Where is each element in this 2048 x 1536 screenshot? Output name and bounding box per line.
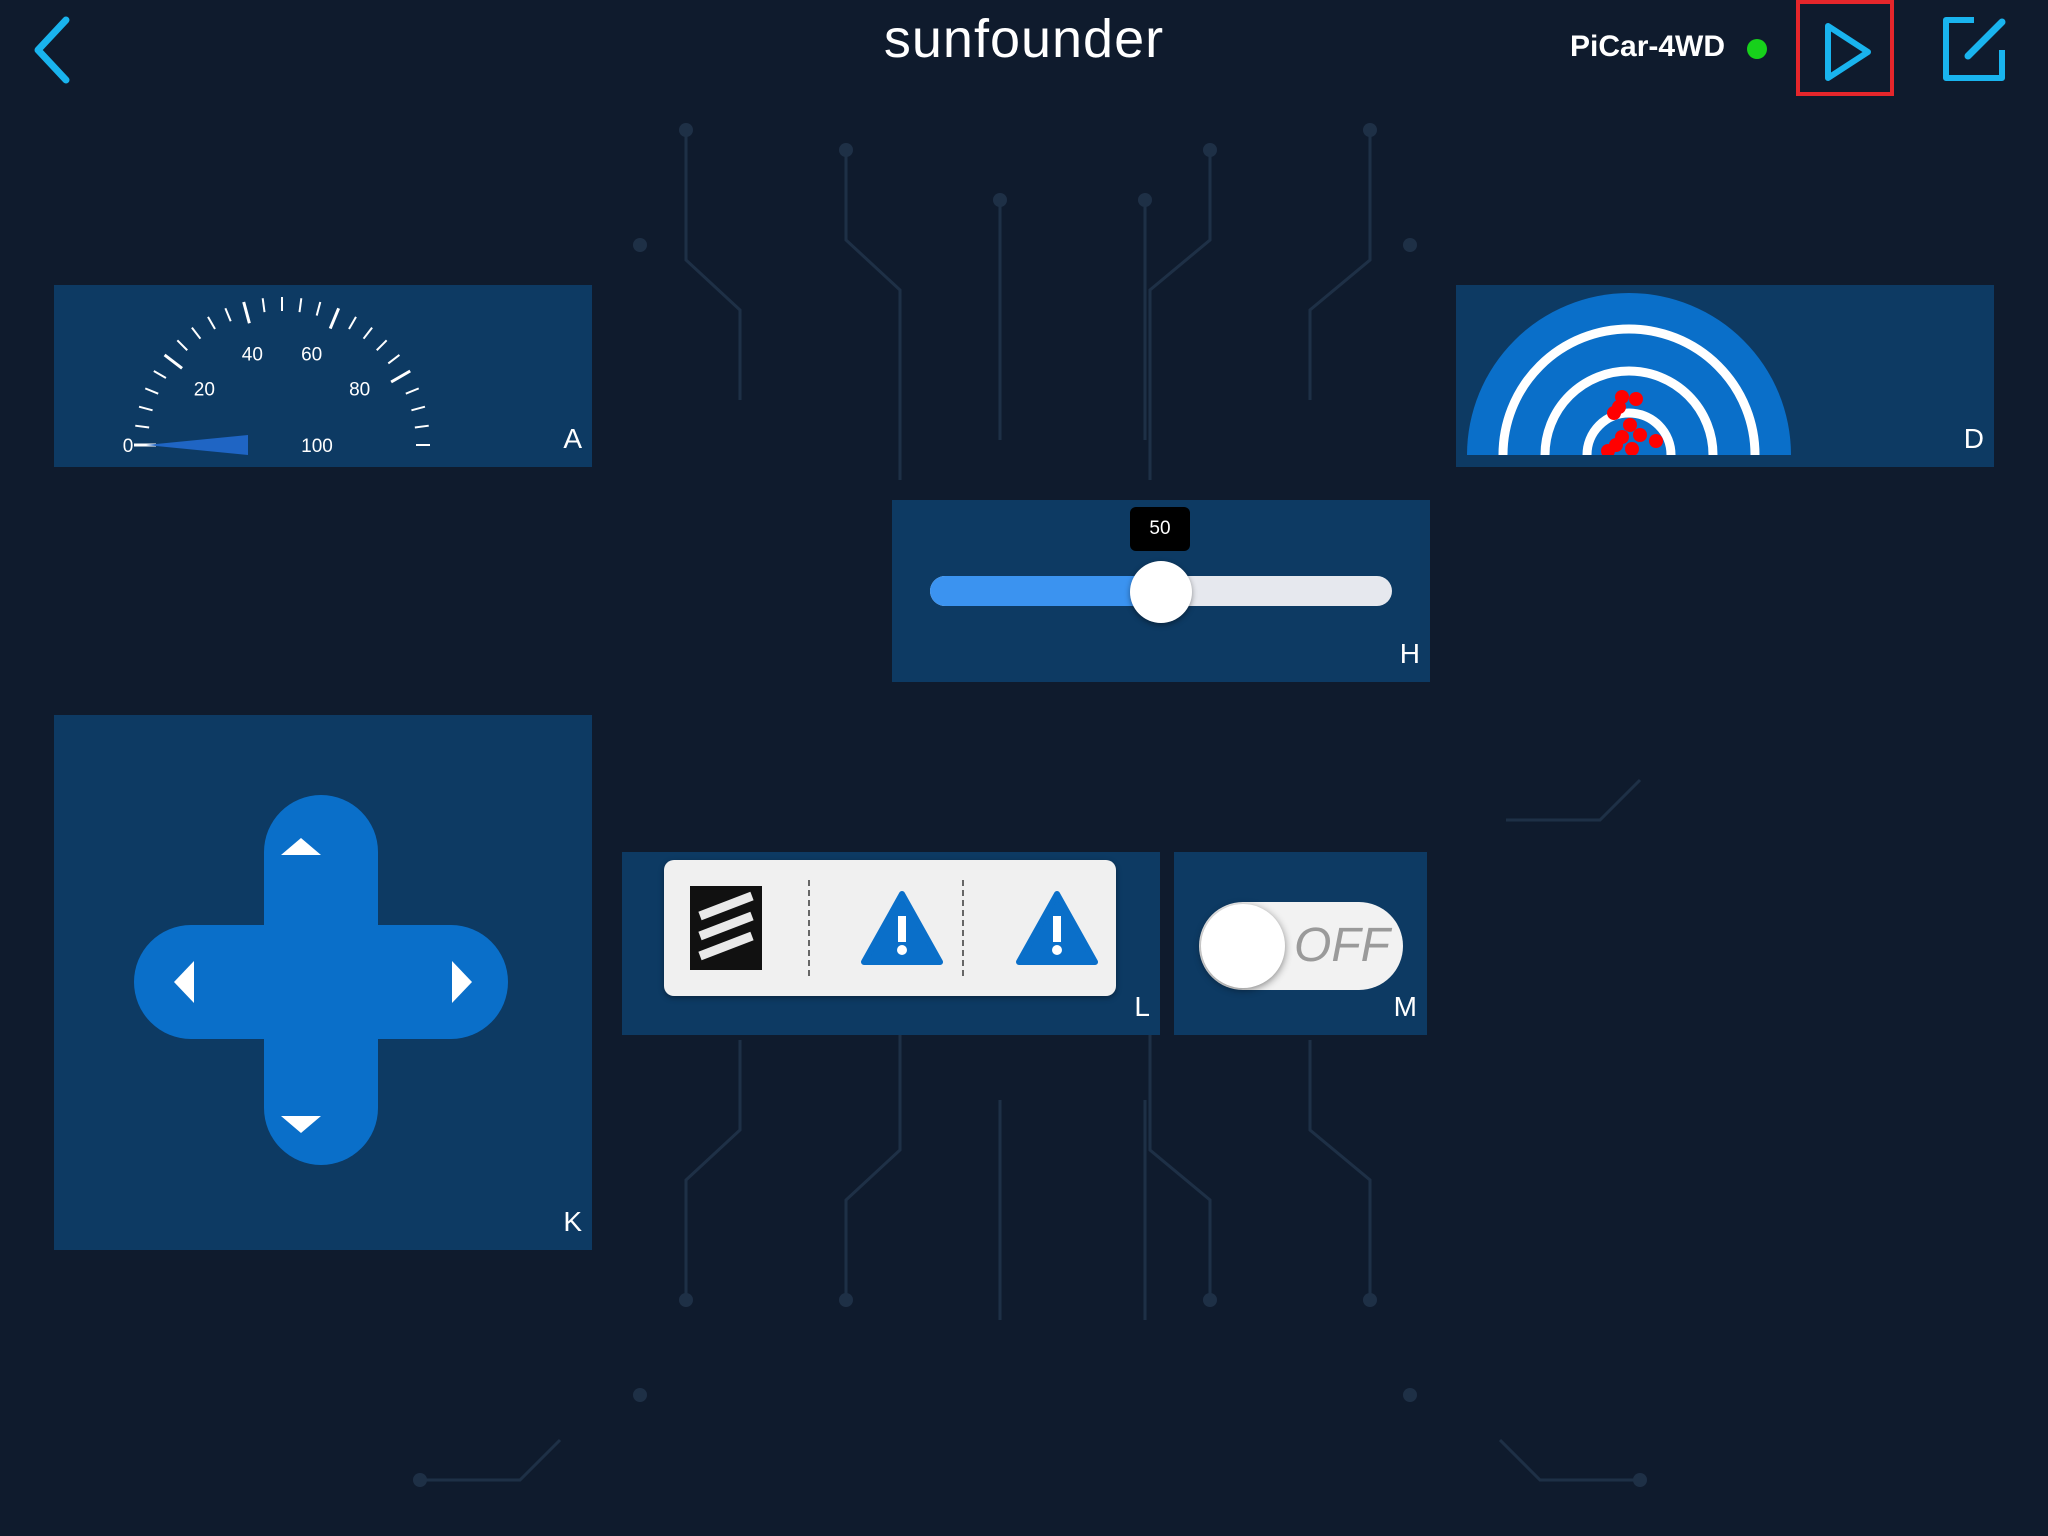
warning-button-2[interactable] xyxy=(1009,882,1105,974)
radar-display xyxy=(1467,293,1791,455)
gauge-tick xyxy=(348,316,357,330)
device-name: PiCar-4WD xyxy=(1570,30,1726,63)
gauge-tick-label: 40 xyxy=(242,345,263,366)
speedometer-widget[interactable]: 0 20 40 60 80 100 A xyxy=(54,285,592,467)
toggle-switch[interactable]: OFF xyxy=(1199,902,1403,990)
gauge-tick-label: 60 xyxy=(301,345,322,366)
widget-label-m: M xyxy=(1393,991,1417,1022)
gauge-tick-label: 20 xyxy=(194,380,215,401)
widget-label-h: H xyxy=(1399,638,1420,669)
speedometer-gauge: 0 20 40 60 80 100 xyxy=(123,297,430,457)
gauge-tick xyxy=(315,301,322,316)
gauge-tick xyxy=(207,316,216,330)
connection-status-dot xyxy=(1747,39,1767,59)
gauge-tick xyxy=(224,307,232,322)
gauge-tick xyxy=(261,298,266,313)
gauge-tick xyxy=(153,370,167,379)
switch-state: OFF xyxy=(1294,919,1390,972)
edit-button[interactable] xyxy=(1940,14,2012,84)
gauge-tick xyxy=(298,298,303,313)
gauge-tick xyxy=(135,424,150,429)
gauge-tick xyxy=(387,354,401,365)
play-icon xyxy=(1825,23,1871,81)
speedometer-needle xyxy=(146,435,248,455)
gauge-tick-label: 100 xyxy=(301,436,333,457)
button-group xyxy=(664,860,1116,996)
gauge-tick xyxy=(390,369,411,384)
gauge-tick-label: 80 xyxy=(349,380,370,401)
gauge-tick xyxy=(138,405,153,412)
switch-thumb[interactable] xyxy=(1201,904,1285,988)
slider-thumb[interactable] xyxy=(1130,561,1192,623)
gauge-tick xyxy=(405,387,420,395)
widget-label-a: A xyxy=(563,423,582,454)
page-title: sunfounder xyxy=(883,9,1165,69)
dpad-widget[interactable]: K xyxy=(54,715,592,1250)
warning-icon xyxy=(861,891,943,965)
gauge-tick xyxy=(144,387,159,395)
gauge-tick xyxy=(176,339,188,351)
gauge-tick xyxy=(414,424,429,429)
gauge-tick xyxy=(163,353,183,370)
gauge-tick xyxy=(376,339,388,351)
slider-fill xyxy=(930,576,1161,606)
gauge-tick-label: 0 xyxy=(123,436,134,457)
gauge-tick xyxy=(191,326,202,340)
widget-label-k: K xyxy=(563,1206,582,1237)
widget-label-l: L xyxy=(1134,991,1150,1022)
gauge-tick xyxy=(362,326,373,340)
edit-icon xyxy=(1943,17,2006,81)
dpad xyxy=(134,795,508,1165)
radar-widget[interactable]: D xyxy=(1456,285,1994,467)
widget-label-d: D xyxy=(1963,423,1984,454)
warning-button-1[interactable] xyxy=(854,882,950,974)
gauge-tick xyxy=(411,405,426,412)
run-button[interactable] xyxy=(1796,0,1894,96)
separator xyxy=(808,880,810,976)
stripes-button[interactable] xyxy=(686,882,782,974)
gauge-tick xyxy=(328,307,341,330)
separator xyxy=(962,880,964,976)
gauge-tick xyxy=(242,301,251,324)
stripes-icon xyxy=(690,886,762,970)
slider-value-tooltip: 50 xyxy=(1130,507,1190,551)
warning-icon xyxy=(1016,891,1098,965)
